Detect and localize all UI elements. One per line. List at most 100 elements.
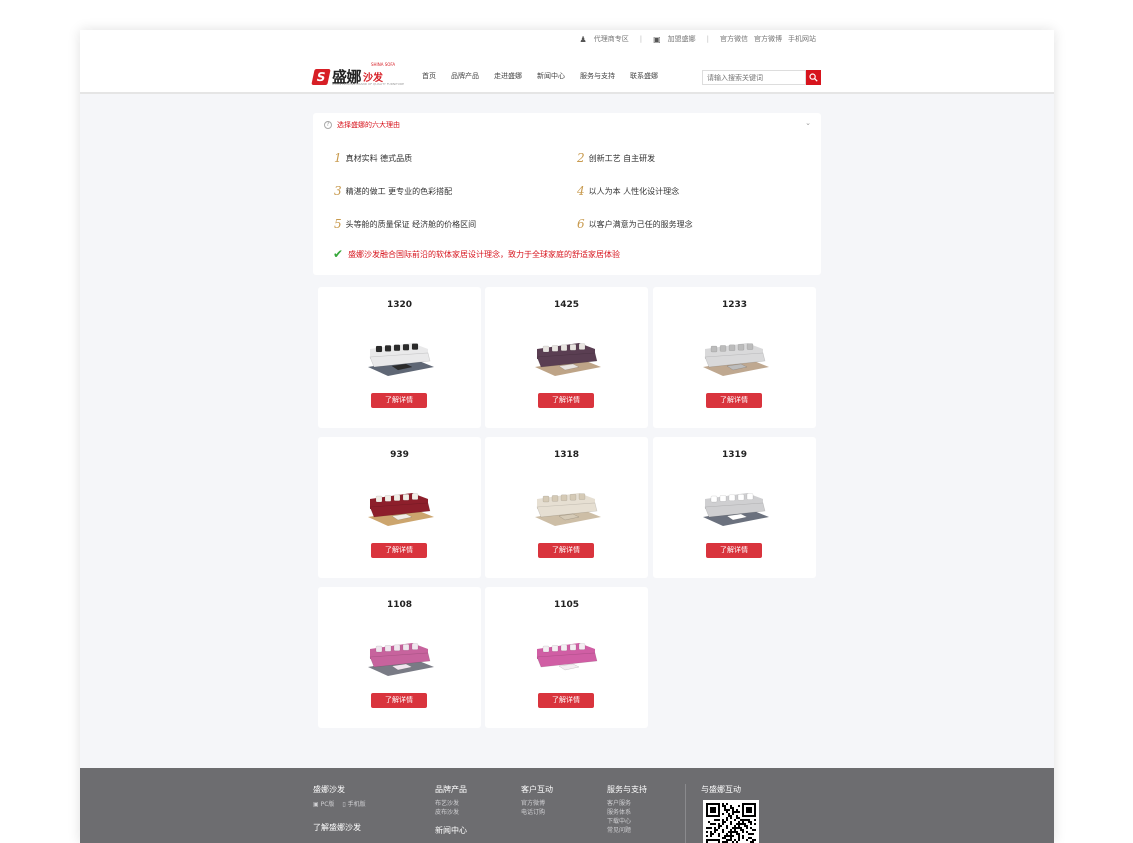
page-frame: ♟ 代理商专区 | ▣ 加盟盛娜 | 官方微信 官方微博 手机网站 S 盛娜 沙… — [80, 30, 1054, 843]
separator: | — [639, 35, 643, 43]
details-button[interactable]: 了解详情 — [538, 393, 594, 408]
reason-number: 2 — [577, 151, 585, 165]
separator: | — [706, 35, 709, 43]
footer-heading: 与盛娜互动 — [701, 785, 741, 794]
top-links: ♟ 代理商专区 | ▣ 加盟盛娜 | 官方微信 官方微博 手机网站 — [580, 34, 816, 44]
reason-text: 以客户满意为己任的服务理念 — [588, 220, 693, 229]
footer-col-service: 服务与支持 客户服务 服务体系 下载中心 常见问题 — [607, 784, 647, 835]
sofa-image[interactable] — [362, 637, 438, 677]
product-model: 1319 — [721, 450, 748, 460]
footer-link[interactable]: 布艺沙发 — [435, 799, 467, 808]
join-link[interactable]: 加盟盛娜 — [668, 34, 696, 44]
agent-zone-link[interactable]: 代理商专区 — [594, 34, 629, 44]
footer-link[interactable]: 下载中心 — [607, 817, 647, 826]
main-nav: 首页 品牌产品 走进盛娜 新闻中心 服务与支持 联系盛娜 — [422, 71, 673, 81]
reason-item: 6 以客户满意为己任的服务理念 — [577, 218, 693, 230]
reason-item: 4 以人为本 人性化设计理念 — [577, 185, 679, 197]
details-button[interactable]: 了解详情 — [371, 543, 427, 558]
product-model: 1425 — [553, 300, 580, 310]
product-model: 1320 — [386, 300, 413, 310]
reasons-title: 选择盛娜的六大理由 — [337, 121, 400, 129]
product-card[interactable]: 1108 了解详情 — [318, 587, 481, 728]
footer-link[interactable]: 电话订购 — [521, 808, 553, 817]
wechat-link[interactable]: 官方微信 — [720, 34, 748, 44]
footer-divider — [685, 784, 686, 843]
details-button[interactable]: 了解详情 — [538, 693, 594, 708]
footer-heading[interactable]: 了解盛娜沙发 — [313, 822, 366, 833]
product-card[interactable]: 1320 了解详情 — [318, 287, 481, 428]
nav-item-products[interactable]: 品牌产品 — [451, 71, 479, 81]
product-model: 1108 — [386, 600, 413, 610]
weibo-link[interactable]: 官方微博 — [754, 34, 782, 44]
mobile-site-link[interactable]: 手机网站 — [788, 34, 816, 44]
footer-link[interactable]: 常见问题 — [607, 826, 647, 835]
sofa-image[interactable] — [362, 337, 438, 377]
footer-link[interactable]: 皮布沙发 — [435, 808, 467, 817]
reason-number: 6 — [577, 217, 585, 231]
reason-text: 创新工艺 自主研发 — [588, 154, 656, 163]
search-icon — [809, 73, 818, 82]
footer-heading: 品牌产品 — [435, 785, 467, 794]
product-card[interactable]: 1233 了解详情 — [653, 287, 816, 428]
mission-text: 盛娜沙发融合国际前沿的软体家居设计理念，致力于全球家庭的舒适家居体验 — [348, 249, 621, 259]
chevron-down-icon[interactable]: ⌄ — [805, 119, 811, 127]
footer-link[interactable]: 客户服务 — [607, 799, 647, 808]
reasons-header[interactable]: ? 选择盛娜的六大理由 — [324, 120, 400, 130]
footer-link[interactable]: 官方微博 — [521, 799, 553, 808]
details-button[interactable]: 了解详情 — [706, 543, 762, 558]
reasons-panel: ? 选择盛娜的六大理由 ⌄ 1 真材实料 德式品质 2 创新工艺 自主研发 3 … — [313, 113, 821, 275]
sofa-image[interactable] — [529, 337, 605, 377]
user-icon: ♟ — [579, 34, 587, 44]
product-card[interactable]: 1318 了解详情 — [485, 437, 648, 578]
search-input[interactable] — [702, 70, 806, 85]
sofa-image[interactable] — [529, 487, 605, 527]
product-card[interactable]: 939 了解详情 — [318, 437, 481, 578]
footer-version-links: ▣ PC版 ▯ 手机版 — [313, 799, 366, 808]
nav-item-news[interactable]: 新闻中心 — [537, 71, 565, 81]
product-model: 939 — [390, 450, 409, 460]
reason-number: 3 — [334, 184, 342, 198]
pc-version-label: PC版 — [320, 801, 335, 808]
footer-heading: 盛娜沙发 — [313, 785, 345, 794]
reason-text: 真材实料 德式品质 — [345, 154, 413, 163]
mission-statement: ✔ 盛娜沙发融合国际前沿的软体家居设计理念，致力于全球家庭的舒适家居体验 — [333, 247, 620, 261]
footer-heading[interactable]: 新闻中心 — [435, 825, 467, 836]
nav-item-home[interactable]: 首页 — [422, 71, 436, 81]
search-button[interactable] — [806, 70, 821, 85]
qr-code-icon — [706, 803, 756, 843]
product-card[interactable]: 1425 了解详情 — [485, 287, 648, 428]
logo-tagline: ASIAN LEADING BRAND OF QUALITY FURNITURE — [332, 82, 404, 86]
nav-item-contact[interactable]: 联系盛娜 — [630, 71, 658, 81]
sofa-image[interactable] — [529, 637, 605, 677]
sofa-image[interactable] — [697, 337, 773, 377]
product-card[interactable]: 1319 了解详情 — [653, 437, 816, 578]
details-button[interactable]: 了解详情 — [538, 543, 594, 558]
qr-code — [703, 800, 759, 843]
reason-number: 4 — [577, 184, 585, 198]
details-button[interactable]: 了解详情 — [706, 393, 762, 408]
reason-text: 精湛的做工 更专业的色彩搭配 — [345, 187, 453, 196]
sofa-image[interactable] — [697, 487, 773, 527]
checkmark-icon: ✔ — [333, 247, 344, 261]
pc-version-link[interactable]: ▣ PC版 — [313, 799, 334, 808]
footer-col-brand: 盛娜沙发 ▣ PC版 ▯ 手机版 了解盛娜沙发 — [313, 784, 366, 837]
details-button[interactable]: 了解详情 — [371, 393, 427, 408]
reason-item: 3 精湛的做工 更专业的色彩搭配 — [334, 185, 452, 197]
question-icon: ? — [324, 121, 332, 129]
footer-col-products: 品牌产品 布艺沙发 皮布沙发 新闻中心 — [435, 784, 467, 840]
details-button[interactable]: 了解详情 — [371, 693, 427, 708]
header: ♟ 代理商专区 | ▣ 加盟盛娜 | 官方微信 官方微博 手机网站 S 盛娜 沙… — [80, 30, 1054, 94]
nav-item-service[interactable]: 服务与支持 — [580, 71, 615, 81]
nav-item-about[interactable]: 走进盛娜 — [494, 71, 522, 81]
footer-col-social: 与盛娜互动 — [701, 784, 741, 799]
footer-link[interactable]: 服务体系 — [607, 808, 647, 817]
mobile-version-link[interactable]: ▯ 手机版 — [342, 799, 365, 808]
footer-heading: 客户互动 — [521, 785, 553, 794]
product-card[interactable]: 1105 了解详情 — [485, 587, 648, 728]
search-box — [702, 70, 821, 85]
reason-text: 以人为本 人性化设计理念 — [588, 187, 680, 196]
logo[interactable]: S 盛娜 沙发 SHINA SOFA ASIAN LEADING BRAND O… — [311, 62, 404, 87]
reason-item: 2 创新工艺 自主研发 — [577, 152, 655, 164]
monitor-icon: ▣ — [653, 34, 661, 44]
sofa-image[interactable] — [362, 487, 438, 527]
